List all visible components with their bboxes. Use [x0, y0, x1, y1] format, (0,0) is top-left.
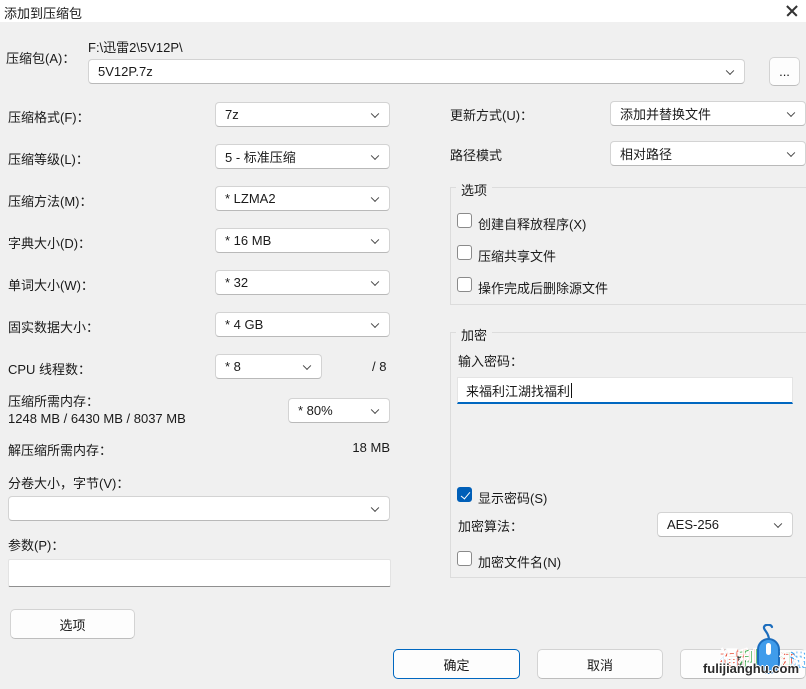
chevron-down-icon	[370, 277, 380, 286]
chevron-down-icon	[786, 148, 796, 157]
dictionary-size-combobox[interactable]: * 16 MB	[215, 228, 390, 253]
encryption-method-label: 加密算法：	[458, 519, 524, 534]
word-size-combobox[interactable]: * 32	[215, 270, 390, 295]
format-label: 压缩格式(F)：	[8, 110, 90, 125]
chevron-down-icon	[725, 66, 735, 75]
checkbox-shared-files[interactable]	[457, 245, 472, 260]
archive-name-combobox[interactable]: 5V12P.7z	[88, 59, 745, 84]
chevron-down-icon	[370, 109, 380, 118]
update-mode-label: 更新方式(U)：	[450, 108, 534, 123]
memory-usage-values: 1248 MB / 6430 MB / 8037 MB	[8, 411, 186, 426]
checkbox-delete-after[interactable]	[457, 277, 472, 292]
compression-level-combobox[interactable]: 5 - 标准压缩	[215, 144, 390, 169]
path-mode-label: 路径模式	[450, 148, 503, 163]
archive-label: 压缩包(A)：	[6, 51, 76, 66]
cpu-threads-label: CPU 线程数：	[8, 362, 92, 377]
level-label: 压缩等级(L)：	[8, 152, 89, 167]
checkbox-shared-files-label[interactable]: 压缩共享文件	[478, 246, 556, 265]
window-title: 添加到压缩包	[4, 6, 83, 21]
memory-usage-label: 压缩所需内存：	[8, 394, 100, 409]
chevron-down-icon	[370, 193, 380, 202]
parameters-label: 参数(P)：	[8, 538, 65, 553]
volume-size-label: 分卷大小，字节(V)：	[8, 476, 130, 491]
decompress-memory-label: 解压缩所需内存：	[8, 443, 113, 458]
cpu-threads-combobox[interactable]: * 8	[215, 354, 322, 379]
browse-button[interactable]: ...	[769, 57, 800, 86]
options-group-title: 选项	[456, 180, 493, 199]
solid-block-size-combobox[interactable]: * 4 GB	[215, 312, 390, 337]
close-icon[interactable]	[782, 1, 802, 21]
checkbox-encrypt-filenames[interactable]	[457, 551, 472, 566]
titlebar: 添加到压缩包	[0, 0, 806, 22]
cancel-button[interactable]: 取消	[537, 649, 663, 679]
method-label: 压缩方法(M)：	[8, 194, 93, 209]
checkbox-encrypt-filenames-label[interactable]: 加密文件名(N)	[478, 552, 561, 571]
password-input[interactable]: 来福利江湖找福利	[457, 377, 793, 404]
dictionary-label: 字典大小(D)：	[8, 236, 92, 251]
decompress-memory-value: 18 MB	[352, 440, 390, 455]
chevron-down-icon	[370, 319, 380, 328]
update-mode-combobox[interactable]: 添加并替换文件	[610, 101, 806, 126]
chevron-down-icon	[302, 361, 312, 370]
chevron-down-icon	[773, 519, 783, 528]
add-to-archive-dialog: 添加到压缩包 压缩包(A)： F:\迅雷2\5V12P\ 5V12P.7z ..…	[0, 0, 806, 689]
chevron-down-icon	[786, 108, 796, 117]
compression-format-combobox[interactable]: 7z	[215, 102, 390, 127]
checkbox-create-sfx[interactable]	[457, 213, 472, 228]
checkbox-show-password[interactable]	[457, 487, 472, 502]
encryption-group-title: 加密	[456, 325, 493, 344]
chevron-down-icon	[370, 151, 380, 160]
text-caret	[571, 382, 573, 398]
path-mode-combobox[interactable]: 相对路径	[610, 141, 806, 166]
options-button[interactable]: 选项	[10, 609, 135, 639]
checkbox-create-sfx-label[interactable]: 创建自释放程序(X)	[478, 214, 586, 233]
parameters-input[interactable]	[8, 559, 391, 587]
chevron-down-icon	[370, 405, 380, 414]
cpu-threads-max: / 8	[372, 359, 387, 374]
solid-block-label: 固实数据大小：	[8, 320, 100, 335]
archive-dir-path: F:\迅雷2\5V12P\	[88, 40, 183, 55]
volume-size-combobox[interactable]	[8, 496, 390, 521]
word-size-label: 单词大小(W)：	[8, 278, 94, 293]
password-label: 输入密码：	[458, 354, 524, 369]
help-button-partial-label: 帮	[734, 655, 748, 670]
memory-usage-combobox[interactable]: * 80%	[288, 398, 390, 423]
checkbox-delete-after-label[interactable]: 操作完成后删除源文件	[478, 278, 608, 297]
checkbox-show-password-label[interactable]: 显示密码(S)	[478, 488, 547, 507]
chevron-down-icon	[370, 503, 380, 512]
encryption-method-combobox[interactable]: AES-256	[657, 512, 793, 537]
compression-method-combobox[interactable]: * LZMA2	[215, 186, 390, 211]
ok-button[interactable]: 确定	[393, 649, 520, 679]
chevron-down-icon	[370, 235, 380, 244]
